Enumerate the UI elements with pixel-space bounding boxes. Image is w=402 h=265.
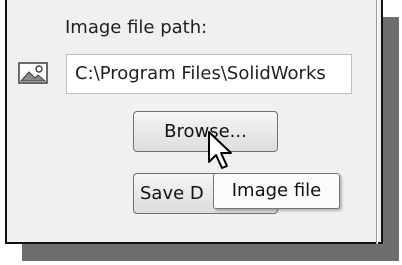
tooltip: Image file <box>213 173 340 209</box>
divider-highlight <box>377 0 378 244</box>
image-path-label: Image file path: <box>65 17 208 38</box>
image-icon <box>18 62 48 84</box>
image-path-input[interactable]: C:\Program Files\SolidWorks <box>66 54 352 94</box>
mouse-pointer-icon <box>208 131 232 169</box>
